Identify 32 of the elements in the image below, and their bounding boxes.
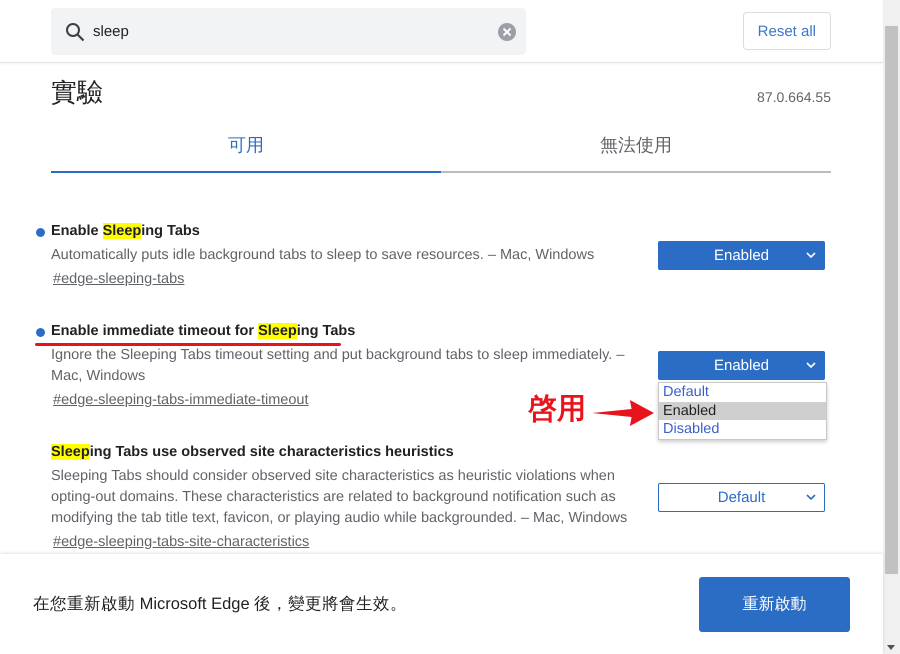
page-title: 實驗 bbox=[51, 76, 103, 109]
search-icon bbox=[65, 22, 85, 42]
tab[interactable]: 可用 bbox=[51, 123, 441, 173]
flag-description: Automatically puts idle background tabs to sleep to save resources. – Mac, Windows bbox=[51, 246, 596, 265]
flag-description: Sleeping Tabs should consider observed site characteristics as heuristic violations when opting-out domains. These characteristics are related to background notification such as modifying the tab title text, favicon, or playing audio while backgrounded. – Mac, Windows bbox=[51, 467, 628, 528]
restart-message: 在您重新啟動 Microsoft Edge 後，變更將會生效。 bbox=[33, 594, 408, 615]
chevron-down-icon bbox=[806, 362, 816, 369]
flag-title: Enable Sleeping Tabs bbox=[51, 222, 201, 241]
flag-dropdown[interactable]: Default bbox=[658, 482, 825, 512]
flag-link[interactable]: #edge-sleeping-tabs-immediate-timeout bbox=[53, 390, 308, 411]
tab[interactable]: 無法使用 bbox=[441, 123, 831, 173]
restart-button[interactable]: 重新啟動 bbox=[699, 576, 850, 632]
flag-title: Enable immediate timeout for Sleeping Tabs bbox=[51, 322, 356, 341]
flag-title: Sleeping Tabs use observed site characteristics heuristics bbox=[51, 443, 455, 462]
scroll-down-icon[interactable] bbox=[887, 645, 895, 650]
reset-all-button[interactable]: Reset all bbox=[742, 12, 831, 50]
dropdown-option[interactable]: Enabled bbox=[659, 402, 826, 420]
dropdown-option[interactable]: Default bbox=[659, 383, 826, 402]
flag-dropdown[interactable]: Enabled bbox=[658, 351, 825, 380]
scrollbar[interactable] bbox=[883, 0, 900, 654]
chevron-down-icon bbox=[806, 252, 816, 258]
version-label: 87.0.664.55 bbox=[757, 89, 831, 105]
flag-dropdown[interactable]: Enabled bbox=[658, 240, 825, 270]
flag-link[interactable]: #edge-sleeping-tabs-site-characteristics bbox=[53, 532, 310, 553]
search-field[interactable]: sleep bbox=[51, 8, 526, 54]
flag-link[interactable]: #edge-sleeping-tabs bbox=[53, 269, 184, 290]
clear-icon[interactable] bbox=[498, 22, 516, 40]
dropdown-option[interactable]: Disabled bbox=[659, 420, 826, 438]
annotation-arrow bbox=[592, 399, 654, 427]
chevron-down-icon bbox=[806, 494, 816, 500]
annotation-label: 啓用 bbox=[528, 393, 586, 425]
flag-description: Ignore the Sleeping Tabs timeout setting and put background tabs to sleep immediately. – Mac, Windows bbox=[51, 346, 626, 386]
